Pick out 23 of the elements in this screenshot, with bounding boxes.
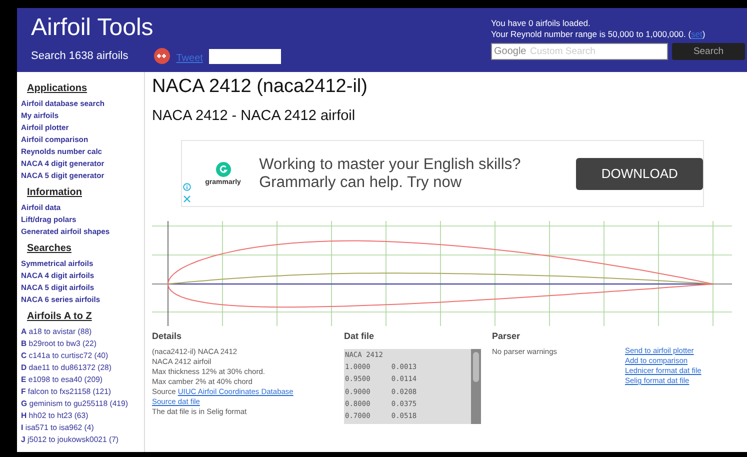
site-title[interactable]: Airfoil Tools [31,14,154,42]
parser-heading: Parser [492,331,522,341]
sidebar-heading: Searches [27,243,72,254]
grammarly-logo-icon [216,162,231,176]
page-subtitle: NACA 2412 - NACA 2412 airfoil [152,107,356,126]
airfoils-loaded-text: You have 0 airfoils loaded. [491,18,592,29]
close-icon[interactable] [183,195,191,203]
dat-file-heading: Dat file [344,331,376,341]
ad-text: Grammarly can help. Try now [259,174,463,192]
search-brand-label: Google [494,46,526,57]
download-button[interactable]: DOWNLOAD [576,158,703,190]
sidebar-heading: Applications [27,83,88,94]
reynolds-range-text: Your Reynold number range is 50,000 to 1,000,000. (set) [491,29,706,40]
page-title: NACA 2412 (naca2412-il) [152,75,368,99]
google-plus-icon[interactable] [154,48,170,64]
sidebar-heading: Airfoils A to Z [27,311,92,322]
site-subtitle: Search 1638 airfoils [31,50,128,62]
info-icon[interactable] [183,183,191,191]
details-heading: Details [152,331,183,341]
scrollbar[interactable] [471,349,481,424]
ad-text: Working to master your English skills? [259,156,522,174]
search-button[interactable]: Search [672,43,745,60]
sidebar-heading: Information [27,187,82,198]
